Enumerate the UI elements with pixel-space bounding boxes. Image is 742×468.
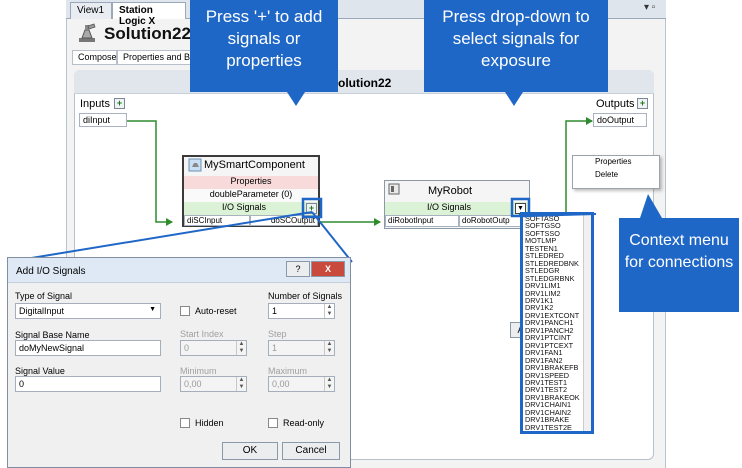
signal-base-name-label: Signal Base Name (15, 330, 90, 340)
callout-dropdown: Press drop-down to select signals for ex… (424, 0, 608, 92)
pointer-dropdown-to-list (519, 213, 597, 217)
minimum-label: Minimum (180, 366, 217, 376)
callout-dropdown-tip (505, 92, 523, 106)
callout-context-menu: Context menu for connections (619, 218, 739, 312)
signal-value-input[interactable] (15, 376, 161, 392)
maximum-label: Maximum (268, 366, 308, 376)
dialog-title: Add I/O Signals (16, 266, 86, 277)
add-io-signals-dialog (7, 257, 351, 468)
pointer-context-tip (640, 194, 662, 218)
close-button[interactable]: X (311, 261, 345, 277)
number-of-signals-input[interactable]: 1 ▲ ▼ (268, 303, 335, 319)
step-label: Step (268, 329, 287, 339)
number-of-signals-label: Number of Signals (268, 291, 343, 301)
start-index-value: 0 (184, 343, 190, 353)
start-index-input: 0 ▲ ▼ (180, 340, 247, 356)
read-only-checkbox[interactable] (268, 418, 278, 428)
ok-button[interactable]: OK (222, 442, 278, 460)
type-of-signal-value: DigitalInput (19, 306, 65, 316)
minimum-input: 0,00 ▲ ▼ (180, 376, 247, 392)
hidden-label: Hidden (195, 418, 224, 428)
minimum-spinner-icon: ▲ ▼ (236, 377, 246, 391)
hidden-checkbox[interactable] (180, 418, 190, 428)
callout-add-signals: Press '+' to add signals or properties (190, 0, 338, 92)
number-of-signals-value: 1 (272, 306, 278, 316)
start-index-spinner-icon: ▲ ▼ (236, 341, 246, 355)
type-of-signal-label: Type of Signal (15, 291, 73, 301)
signal-value-label: Signal Value (15, 366, 65, 376)
callout-add-tip (287, 92, 305, 106)
help-button[interactable]: ? (286, 261, 310, 277)
step-input: 1 ▲ ▼ (268, 340, 335, 356)
highlight-dropdown (510, 197, 531, 218)
start-index-label: Start Index (180, 329, 224, 339)
signal-base-name-input[interactable] (15, 340, 161, 356)
step-value: 1 (272, 343, 278, 353)
pointer-plus-to-dialog (6, 211, 353, 263)
read-only-label: Read-only (283, 418, 325, 428)
chevron-down-icon: ▼ (149, 306, 156, 313)
cancel-button[interactable]: Cancel (282, 442, 340, 460)
highlight-plus (301, 197, 323, 219)
minimum-value: 0,00 (184, 379, 202, 389)
type-of-signal-select[interactable]: DigitalInput ▼ (15, 303, 161, 319)
maximum-spinner-icon: ▲ ▼ (324, 377, 334, 391)
auto-reset-checkbox[interactable] (180, 306, 190, 316)
maximum-value: 0,00 (272, 379, 290, 389)
auto-reset-label: Auto-reset (195, 306, 237, 316)
number-of-signals-spinner-icon[interactable]: ▲ ▼ (324, 304, 334, 318)
maximum-input: 0,00 ▲ ▼ (268, 376, 335, 392)
step-spinner-icon: ▲ ▼ (324, 341, 334, 355)
